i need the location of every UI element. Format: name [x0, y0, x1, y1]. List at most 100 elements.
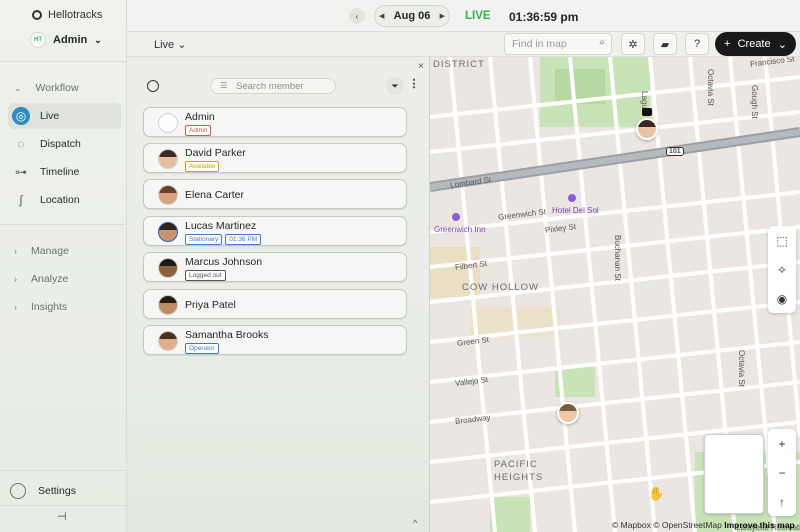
brand: Hellotracks: [32, 9, 102, 21]
search-icon: ⌕: [599, 37, 605, 48]
create-button[interactable]: + Create ⌄: [715, 32, 796, 56]
nav-group-analyze[interactable]: › Analyze: [14, 273, 68, 285]
chat-icon: ▰: [660, 38, 670, 51]
account-switcher[interactable]: HT Admin ⌄: [30, 32, 102, 48]
improve-map-link[interactable]: Improve this map: [724, 520, 794, 530]
sidebar-item-live[interactable]: ◎ Live: [8, 103, 121, 129]
plus-icon: +: [724, 38, 731, 50]
status-badge: 01:36 PM: [225, 234, 262, 245]
view-selector-label: Live: [154, 39, 175, 51]
member-map-pin[interactable]: [636, 118, 658, 140]
avatar: [158, 295, 178, 315]
minus-icon: −: [778, 465, 786, 480]
nav-group-label: Analyze: [31, 273, 69, 285]
member-name: Elena Carter: [185, 189, 244, 201]
previous-day-button[interactable]: ‹: [349, 8, 365, 24]
member-row[interactable]: Elena Carter: [143, 179, 407, 209]
hand-cursor-icon: ✋: [648, 486, 665, 501]
panel-settings-icon[interactable]: [147, 80, 159, 92]
map-tools: ⬚ ⟡ ◉: [768, 226, 796, 313]
sidebar-item-location[interactable]: ∫ Location: [8, 187, 121, 213]
member-row[interactable]: Priya Patel: [143, 289, 407, 319]
member-row[interactable]: Samantha Brooks Operator: [143, 325, 407, 355]
nav-group-label: Manage: [31, 245, 69, 257]
lasso-button[interactable]: ⟡: [768, 255, 796, 284]
map-label: PACIFIC: [494, 459, 538, 470]
timeline-icon: ⊶: [15, 165, 27, 179]
collapse-panel-icon[interactable]: ^: [413, 518, 417, 528]
settings-button[interactable]: Settings: [10, 483, 76, 499]
filter-lines-icon: ☰: [220, 81, 228, 90]
nav-group-workflow[interactable]: ⌄ Workflow: [14, 82, 79, 94]
map-label: DISTRICT: [433, 59, 485, 70]
member-name: Marcus Johnson: [185, 256, 263, 268]
map-settings-button[interactable]: ✲: [621, 33, 645, 55]
map-attribution: © Mapbox © OpenStreetMap Improve this ma…: [612, 520, 795, 530]
badge-group: Operator: [185, 343, 219, 354]
find-in-map-input[interactable]: Find in map ⌕: [504, 33, 612, 55]
account-logo: HT: [30, 32, 46, 48]
status-badge: Stationary: [185, 234, 223, 245]
messages-button[interactable]: ▰: [653, 33, 677, 55]
sidebar-item-timeline[interactable]: ⊶ Timeline: [8, 159, 121, 185]
status-badge: Admin: [185, 125, 212, 136]
chevron-down-icon: ⌄: [777, 38, 787, 51]
avatar: [158, 149, 178, 169]
badge-group: Available: [185, 161, 220, 172]
toolbar: Live ⌄ Find in map ⌕ ✲ ▰ ? + Create ⌄: [127, 32, 800, 57]
member-name: Admin: [185, 111, 215, 123]
divider: [0, 505, 127, 506]
member-search-input[interactable]: ☰ Search member: [210, 78, 336, 94]
caret-left-icon[interactable]: ◀: [379, 12, 384, 20]
more-options-icon[interactable]: ⋮: [408, 77, 420, 95]
member-row[interactable]: Marcus Johnson Logged out: [143, 252, 407, 282]
map-label: Gough St: [750, 85, 759, 119]
attribution-text: © Mapbox © OpenStreetMap: [612, 520, 722, 530]
status-badge: Logged out: [185, 270, 226, 281]
marker-flag-icon: [642, 108, 652, 116]
date-selector[interactable]: ◀ Aug 06 ▶: [374, 5, 450, 27]
zoom-out-button[interactable]: −: [768, 458, 796, 487]
view-selector[interactable]: Live ⌄: [154, 38, 186, 51]
divider: [0, 224, 127, 225]
map-label: Greenwich Inn: [434, 225, 486, 234]
member-search-placeholder: Search member: [236, 81, 304, 92]
visibility-button[interactable]: ◉: [768, 284, 796, 313]
settings-label: Settings: [38, 485, 76, 497]
chevron-right-icon: ›: [14, 246, 17, 256]
pin-sidebar-icon[interactable]: ⊣: [57, 510, 67, 523]
question-icon: ?: [693, 38, 701, 50]
member-panel: × ☰ Search member ⏷ ⋮ Admin Admin David Pa…: [127, 57, 430, 532]
hellotracks-logo-icon: [32, 10, 42, 20]
caret-right-icon[interactable]: ▶: [440, 12, 445, 20]
member-name: Samantha Brooks: [185, 329, 269, 341]
sidebar-item-label: Live: [40, 110, 60, 122]
member-map-pin[interactable]: [557, 402, 579, 424]
poi-marker-icon[interactable]: [452, 213, 460, 221]
nav-group-insights[interactable]: › Insights: [14, 301, 67, 313]
zoom-in-button[interactable]: +: [768, 429, 796, 458]
gear-icon: [10, 483, 26, 499]
close-icon[interactable]: ×: [418, 61, 424, 72]
poi-marker-icon[interactable]: [568, 194, 576, 202]
top-bar: ‹ ◀ Aug 06 ▶ LIVE 01:36:59 pm: [127, 0, 800, 32]
help-button[interactable]: ?: [685, 33, 709, 55]
member-name: Lucas Martinez: [185, 220, 257, 232]
map-style-preview[interactable]: [704, 434, 764, 514]
sidebar-item-dispatch[interactable]: ◌ Dispatch: [8, 131, 121, 157]
lasso-icon: ⟡: [778, 262, 786, 276]
find-in-map-placeholder: Find in map: [512, 38, 567, 50]
member-row[interactable]: David Parker Available: [143, 143, 407, 173]
badge-group: Admin: [185, 125, 212, 136]
member-row[interactable]: Admin Admin: [143, 107, 407, 137]
member-row[interactable]: Lucas Martinez Stationary 01:36 PM: [143, 216, 407, 246]
nav-group-manage[interactable]: › Manage: [14, 245, 69, 257]
chevron-down-icon: ⌄: [177, 39, 187, 51]
eye-icon: ◉: [776, 291, 788, 306]
create-label: Create: [737, 38, 771, 50]
filter-button[interactable]: ⏷: [386, 77, 404, 95]
box-select-button[interactable]: ⬚: [768, 226, 796, 255]
reset-north-button[interactable]: ↑: [768, 487, 796, 516]
live-clock: 01:36:59 pm: [509, 10, 579, 24]
plus-icon: +: [778, 436, 786, 451]
